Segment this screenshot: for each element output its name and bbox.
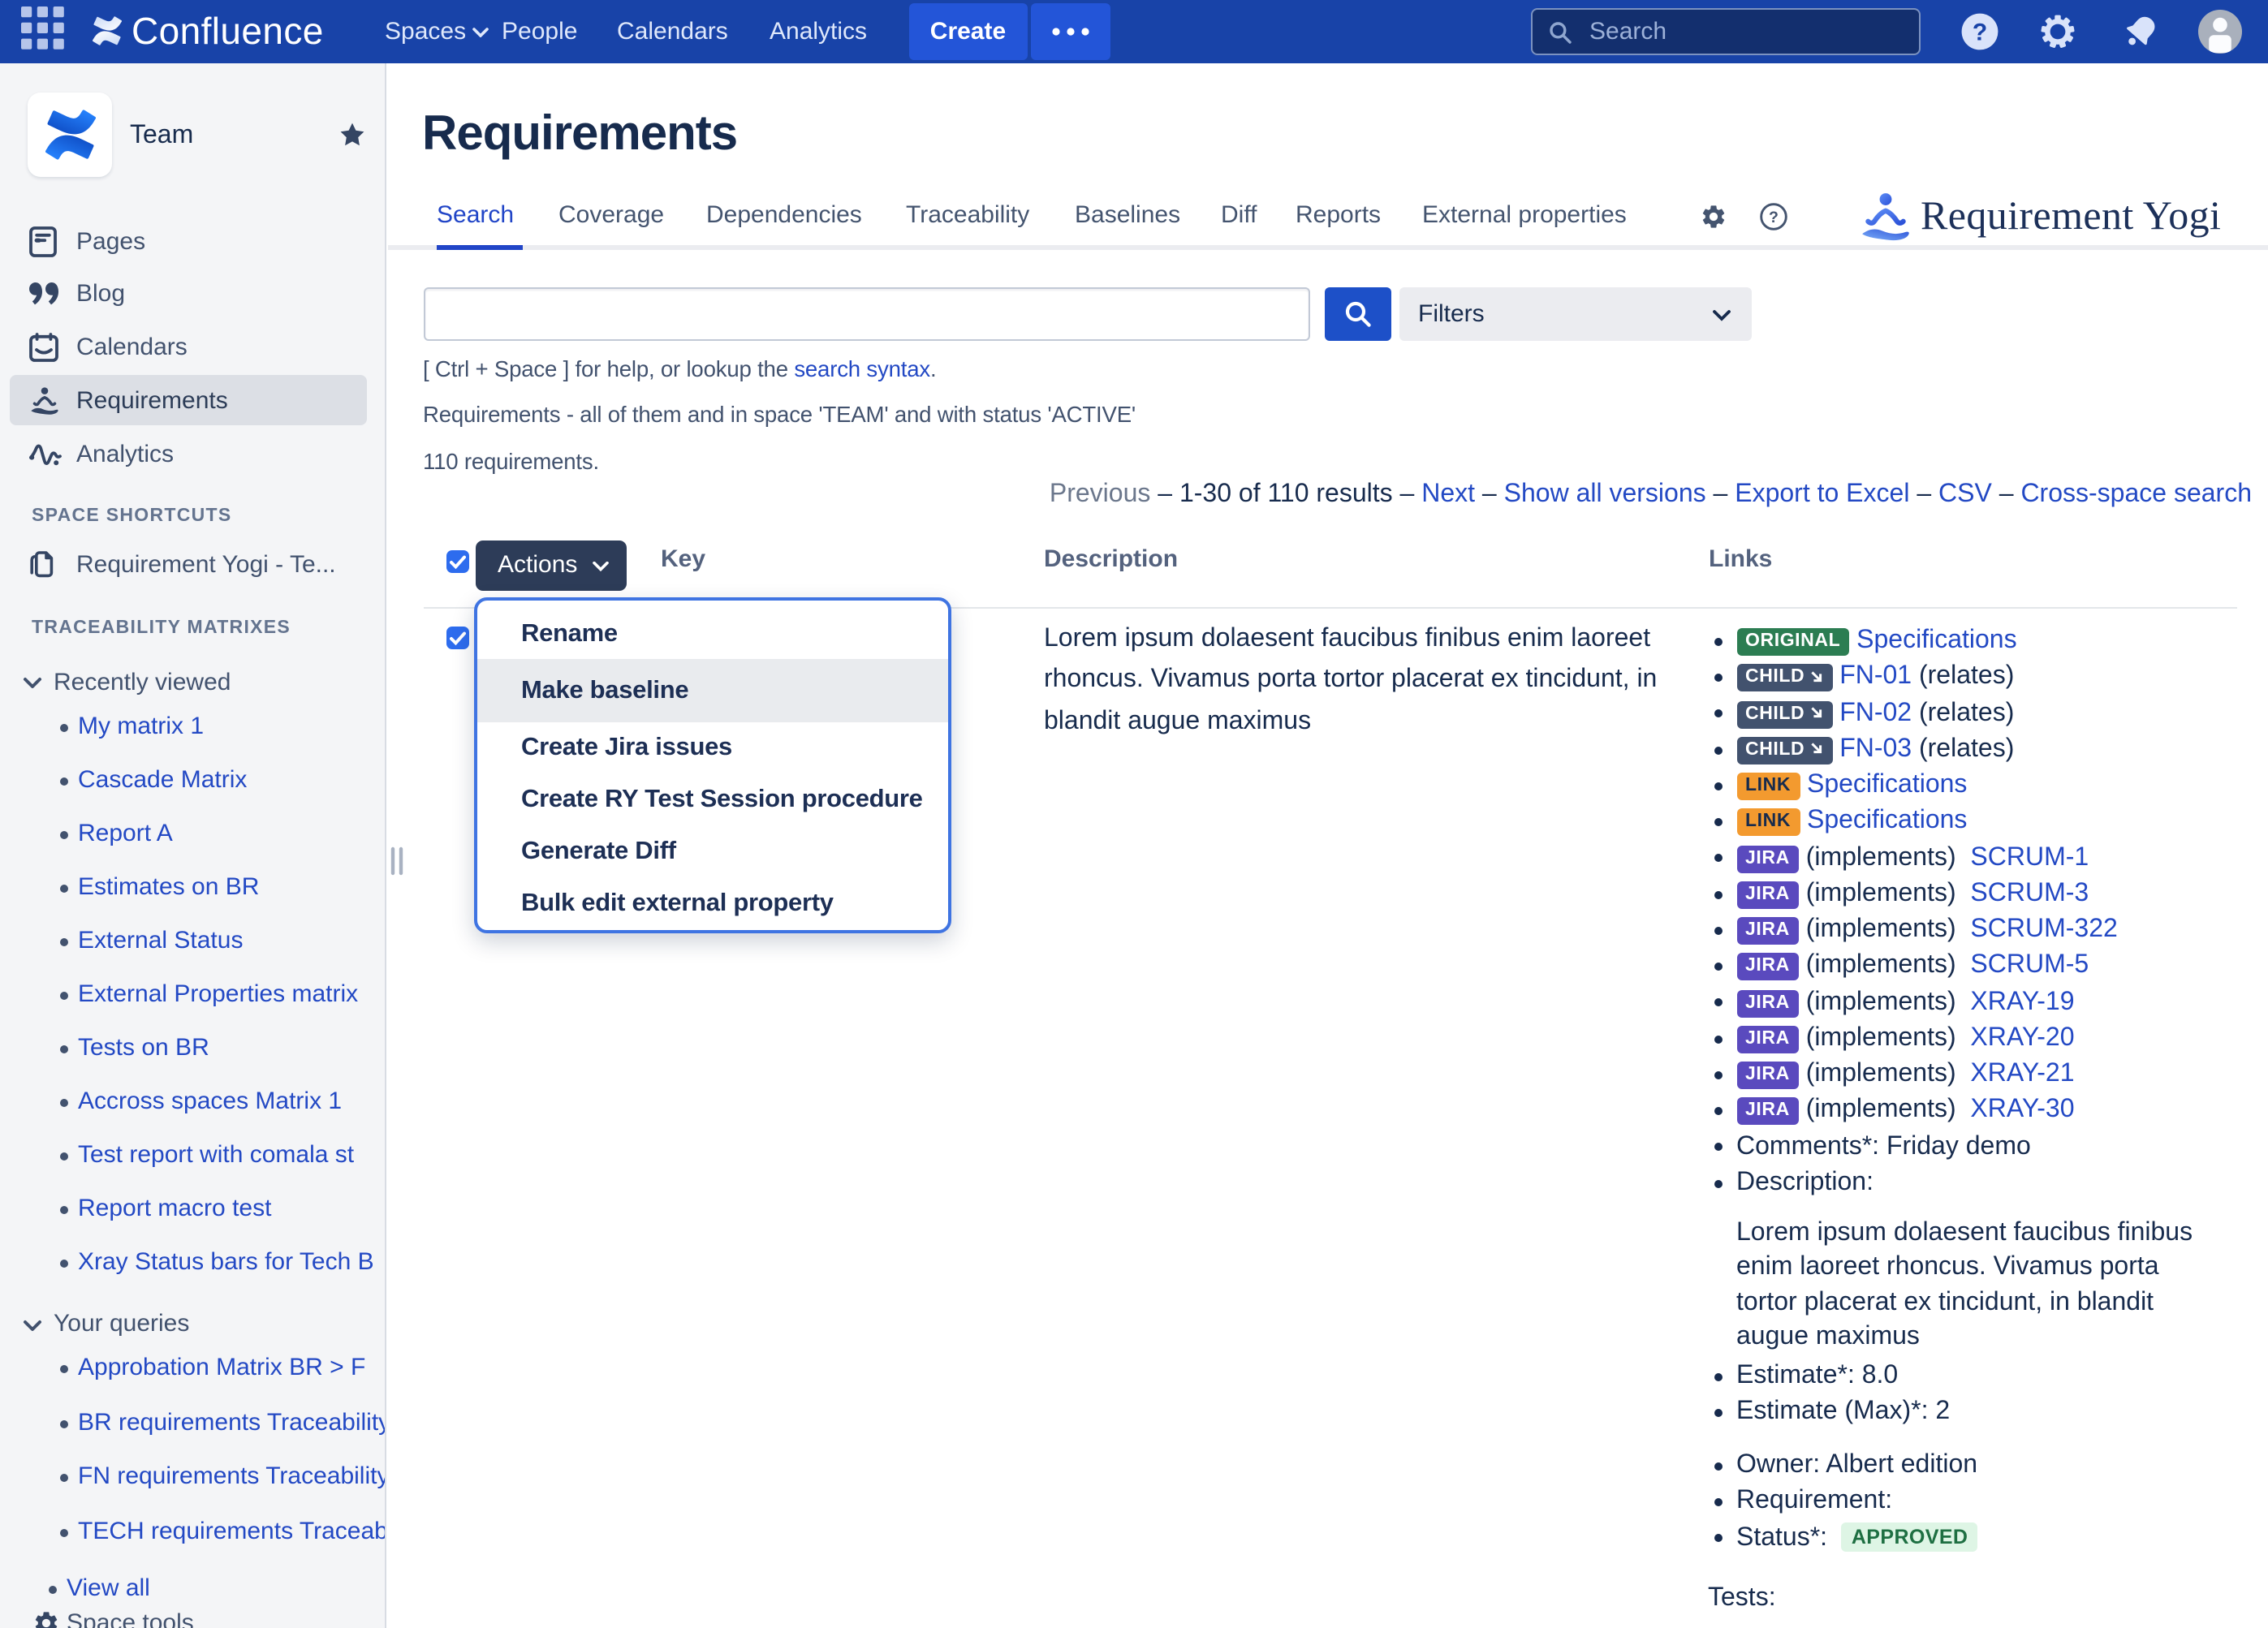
svg-text:?: ? (1973, 19, 1987, 46)
svg-text:?: ? (1769, 208, 1779, 226)
